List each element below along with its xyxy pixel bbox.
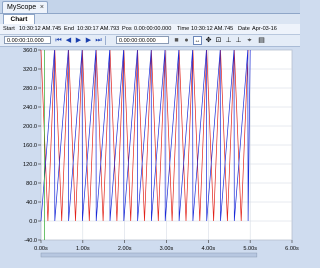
record-icon[interactable]: ● <box>182 36 191 45</box>
axis2-icon[interactable]: ⊥ <box>234 36 243 45</box>
x-tick-label: 4.00s <box>201 246 215 252</box>
time-value: 10:30:12 AM.745 <box>191 26 234 32</box>
y-tick-label: 280.0 <box>23 86 37 92</box>
document-tabstrip: MyScope × <box>0 0 300 14</box>
time-label: Time <box>177 26 190 32</box>
tab-chart[interactable]: Chart <box>3 14 35 24</box>
save-icon[interactable]: ▤ <box>257 36 266 45</box>
y-axis: 360.0 320.0 280.0 240.0 200.0 160.0 120.0 80.0 4… <box>23 48 41 244</box>
y-tick-label: 120.0 <box>23 162 37 168</box>
y-tick-label: 80.0 <box>26 181 37 187</box>
y-tick-label: 360.0 <box>23 48 37 54</box>
view-tabstrip: Chart <box>0 14 300 24</box>
x-tick-label: 0.00s <box>34 246 48 252</box>
x-tick-label: 6.00s <box>285 246 299 252</box>
stop-icon[interactable]: ■ <box>172 36 181 45</box>
zoom-xy-icon[interactable]: ⊡ <box>214 36 223 45</box>
last-icon[interactable]: ⏭ <box>94 36 103 45</box>
close-icon[interactable]: × <box>40 2 44 14</box>
prev-icon[interactable]: ◀ <box>64 36 73 45</box>
play-icon[interactable]: ▶ <box>74 36 83 45</box>
x-tick-label: 1.00s <box>76 246 90 252</box>
x-tick-label: 3.00s <box>160 246 174 252</box>
y-tick-label: 40.0 <box>26 200 37 206</box>
y-tick-label: 320.0 <box>23 67 37 73</box>
cursor-icon[interactable]: ⌖ <box>245 36 254 45</box>
end-value: 10:30:17 AM.793 <box>77 26 120 32</box>
position-input[interactable]: 0.00:00:00.000 <box>116 36 169 44</box>
tab-myscope-label: MyScope <box>7 4 37 11</box>
date-value: Apr-03-16 <box>252 26 277 32</box>
zoom-x-icon[interactable]: ↔ <box>193 36 202 45</box>
y-tick-label: 0.0 <box>29 219 37 225</box>
chart-area: 360.0 320.0 280.0 240.0 200.0 160.0 120.0 80.0 4… <box>0 47 300 263</box>
pan-icon[interactable]: ✥ <box>204 36 213 45</box>
start-value: 10:30:12 AM.745 <box>19 26 62 32</box>
start-label: Start <box>3 26 15 32</box>
chart-svg[interactable]: 360.0 320.0 280.0 240.0 200.0 160.0 120.0 80.0 4… <box>0 47 300 263</box>
x-tick-label: 2.00s <box>118 246 132 252</box>
toolbar-separator <box>105 36 106 45</box>
horizontal-scrollbar[interactable] <box>40 252 258 258</box>
range-input[interactable]: 0.00:00:10.000 <box>4 36 51 44</box>
pos-label: Pos <box>122 26 132 32</box>
first-icon[interactable]: ⏮ <box>54 36 63 45</box>
y-tick-label: 200.0 <box>23 124 37 130</box>
axis-icon[interactable]: ⊥ <box>224 36 233 45</box>
y-tick-label: 240.0 <box>23 105 37 111</box>
y-tick-label: 160.0 <box>23 143 37 149</box>
next-icon[interactable]: ▶ <box>84 36 93 45</box>
tab-myscope[interactable]: MyScope × <box>2 1 48 13</box>
toolbar: 0.00:00:10.000 ⏮ ◀ ▶ ▶ ⏭ 0.00:00:00.000 … <box>0 35 300 47</box>
pos-value: 0.00:00:00.000 <box>134 26 172 32</box>
end-label: End <box>64 26 74 32</box>
x-axis: 0.00s 1.00s 2.00s 3.00s 4.00s 5.00s 6.00s <box>34 240 299 252</box>
x-tick-label: 5.00s <box>243 246 257 252</box>
info-bar: Start 10:30:12 AM.745 End 10:30:17 AM.79… <box>0 24 300 35</box>
y-tick-label: -40.0 <box>24 238 37 244</box>
date-label: Date <box>238 26 250 32</box>
